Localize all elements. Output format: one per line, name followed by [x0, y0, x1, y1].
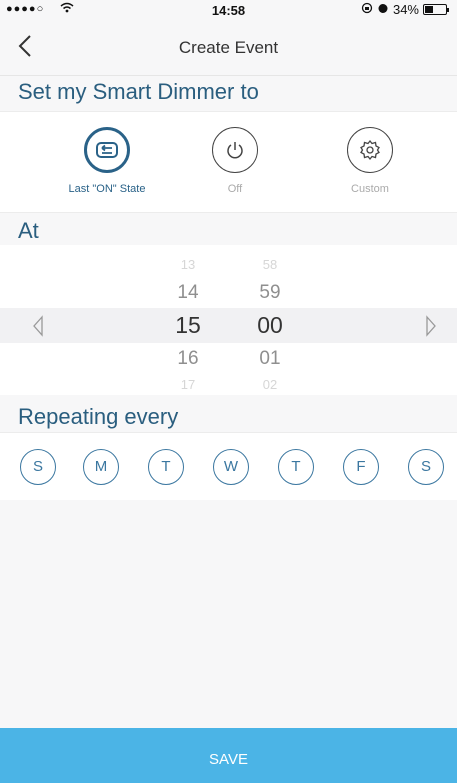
battery-percent: 34% [392, 2, 419, 17]
picker-right-arrow[interactable] [425, 315, 437, 342]
status-bar: ●●●●○ 14:58 34% [0, 0, 457, 20]
mode-last-on-state[interactable]: Last "ON" State [52, 127, 162, 195]
hour-option[interactable]: 17 [158, 377, 218, 389]
day-saturday[interactable]: S [408, 449, 444, 485]
section-title-state: Set my Smart Dimmer to [0, 77, 457, 110]
hour-option[interactable]: 13 [158, 257, 218, 272]
last-state-icon [84, 127, 130, 173]
day-selector: S M T W T F S [0, 432, 457, 500]
time-picker[interactable]: 13 14 15 16 17 58 59 00 01 02 [0, 245, 457, 395]
day-wednesday[interactable]: W [213, 449, 249, 485]
battery-icon [423, 4, 449, 15]
chevron-left-icon [33, 315, 43, 337]
minute-option[interactable]: 58 [240, 257, 300, 272]
mode-custom[interactable]: Custom [315, 127, 425, 195]
section-title-time: At [0, 214, 457, 244]
day-thursday[interactable]: T [278, 449, 314, 485]
gear-icon [347, 127, 393, 173]
hour-selected[interactable]: 15 [158, 312, 218, 339]
alarm-icon [377, 2, 389, 17]
hour-option[interactable]: 16 [158, 348, 218, 370]
status-right: 34% [361, 2, 449, 17]
mode-selector: Last "ON" State Off Custom [0, 111, 457, 213]
orientation-lock-icon [361, 2, 373, 17]
empty-area [0, 500, 457, 728]
day-friday[interactable]: F [343, 449, 379, 485]
day-sunday[interactable]: S [20, 449, 56, 485]
hour-option[interactable]: 14 [158, 282, 218, 304]
page-title: Create Event [178, 38, 279, 57]
mode-label: Custom [351, 183, 389, 195]
day-tuesday[interactable]: T [148, 449, 184, 485]
mode-off[interactable]: Off [180, 127, 290, 195]
picker-left-arrow[interactable] [32, 315, 44, 342]
day-monday[interactable]: M [83, 449, 119, 485]
chevron-right-icon [426, 315, 436, 337]
minute-selected[interactable]: 00 [240, 312, 300, 339]
picker-selection-band [0, 308, 457, 343]
section-title-repeat: Repeating every [0, 398, 457, 431]
minute-option[interactable]: 59 [240, 282, 300, 304]
minute-option[interactable]: 02 [240, 377, 300, 389]
mode-label: Last "ON" State [68, 183, 146, 195]
power-icon [212, 127, 258, 173]
mode-label: Off [227, 183, 243, 195]
minute-option[interactable]: 01 [240, 348, 300, 370]
save-button[interactable]: SAVE [0, 728, 457, 783]
navigation-bar: Create Event [0, 20, 457, 76]
